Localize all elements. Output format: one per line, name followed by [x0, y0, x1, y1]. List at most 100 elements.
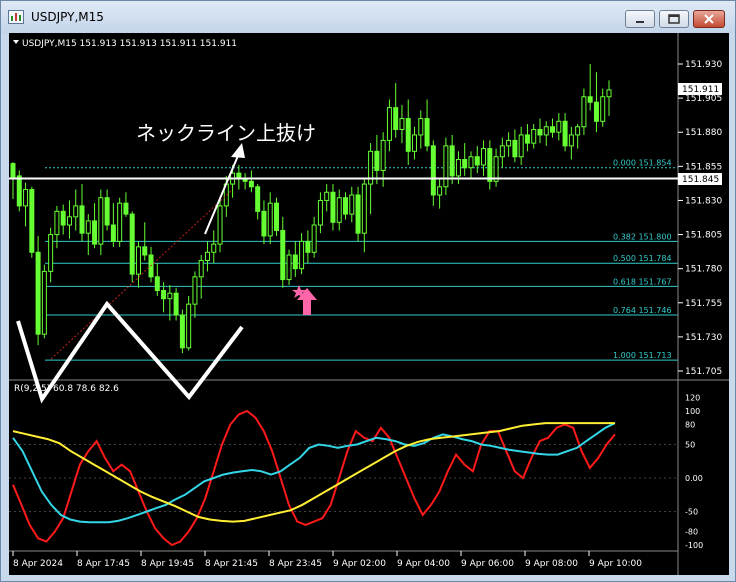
candle-body [324, 191, 330, 201]
candle-body [261, 210, 267, 237]
candle-body [154, 276, 160, 291]
candle-body [204, 251, 210, 261]
title-bar[interactable]: USDJPY,M15 [1, 1, 735, 33]
candle-body [248, 180, 254, 188]
candle-body [430, 145, 436, 196]
candle-body [29, 189, 35, 253]
candle-body [66, 216, 72, 226]
candle-body [23, 189, 29, 207]
candle-body [54, 210, 60, 236]
candle-body [412, 134, 418, 152]
time-tick-label: 8 Apr 2024 [13, 559, 63, 569]
candle-body [468, 156, 474, 169]
candle-body [531, 128, 537, 144]
candle-body [386, 107, 392, 141]
close-icon [704, 14, 714, 24]
osc-tick-label: 50 [685, 441, 695, 450]
candle-body [299, 240, 305, 270]
price-tick-label: 151.880 [685, 128, 722, 138]
candle-body [455, 159, 461, 177]
candle-body [280, 229, 286, 281]
candle-body [474, 156, 480, 166]
candle-body [311, 224, 317, 253]
candle-body [575, 126, 581, 136]
candle-body [606, 89, 612, 98]
chart-area[interactable]: 0.000 151.854 0.382 151.800 0.500 151.784 0… [9, 33, 729, 575]
maximize-button[interactable] [659, 10, 689, 28]
candle-body [41, 270, 47, 335]
candle-body [98, 197, 104, 245]
annotation-text[interactable]: ネックライン上抜け [136, 121, 316, 145]
candle-body [349, 194, 355, 215]
time-tick-label: 9 Apr 04:00 [397, 559, 450, 569]
osc-tick-label: 120 [685, 394, 700, 403]
candle-body [129, 213, 135, 275]
candle-body [179, 314, 185, 349]
price-tick-label: 151.855 [685, 162, 722, 172]
candle-body [317, 199, 323, 226]
candle-body [568, 134, 574, 147]
osc-tick-label: 80 [685, 420, 695, 429]
candle-body [550, 126, 556, 133]
candle-body [123, 202, 129, 215]
candle-body [393, 107, 399, 130]
maximize-icon [668, 14, 680, 24]
candle-body [117, 202, 123, 242]
candle-body [211, 243, 217, 253]
candle-body [512, 139, 518, 158]
candle-body [85, 220, 91, 234]
osc-tick-label: 100 [685, 407, 700, 416]
neckline-price-label: 151.845 [678, 173, 722, 185]
candle-body [556, 120, 562, 133]
candle-body [562, 120, 568, 147]
candle-body [92, 220, 98, 245]
candle-body [110, 224, 116, 242]
candle-body [16, 175, 22, 207]
candle-body [336, 197, 342, 223]
candle-body [399, 118, 405, 130]
candle [35, 235, 41, 346]
candle-body [462, 159, 468, 169]
candle-body [330, 191, 336, 223]
candle-body [361, 183, 367, 234]
chart-window: USDJPY,M15 0.000 151.854 0.382 151.800 0.5… [0, 0, 736, 582]
fibo-level-label: 0.764 151.746 [613, 306, 672, 315]
candle-body [173, 292, 179, 316]
time-tick-label: 8 Apr 17:45 [77, 559, 130, 569]
osc-tick-label: -50 [685, 508, 698, 517]
svg-text:151.911: 151.911 [682, 85, 719, 95]
candle-body [167, 292, 173, 300]
candle-body [73, 205, 79, 218]
fibo-level-label: 0.618 151.767 [613, 277, 672, 286]
price-tick-label: 151.755 [685, 299, 722, 309]
time-tick-label: 8 Apr 19:45 [141, 559, 194, 569]
candle-body [424, 118, 430, 147]
candle-body [418, 118, 424, 136]
chart-canvas[interactable]: 0.000 151.854 0.382 151.800 0.500 151.784 0… [9, 33, 729, 575]
minimize-button[interactable] [625, 10, 655, 28]
price-tick-label: 151.705 [685, 367, 722, 377]
candle-body [499, 145, 505, 158]
minimize-icon [636, 21, 644, 23]
candle-body [198, 259, 204, 278]
candle [129, 211, 135, 283]
candle-body [405, 118, 411, 152]
candle [29, 186, 35, 258]
candle-body [437, 186, 443, 196]
candle [186, 295, 192, 351]
candle [117, 197, 123, 247]
candle-body [600, 96, 606, 122]
close-button[interactable] [693, 10, 725, 28]
time-tick-label: 8 Apr 21:45 [205, 559, 258, 569]
price-tick-label: 151.905 [685, 94, 722, 104]
time-tick-label: 9 Apr 10:00 [589, 559, 642, 569]
candle-body [343, 197, 349, 215]
candle-body [273, 202, 279, 231]
time-tick-label: 9 Apr 08:00 [525, 559, 578, 569]
candle [443, 137, 449, 195]
price-tick-label: 151.830 [685, 196, 722, 206]
candle [286, 249, 292, 286]
osc-tick-label: 0.00 [685, 474, 703, 483]
candle [273, 197, 279, 236]
candle [16, 170, 22, 212]
